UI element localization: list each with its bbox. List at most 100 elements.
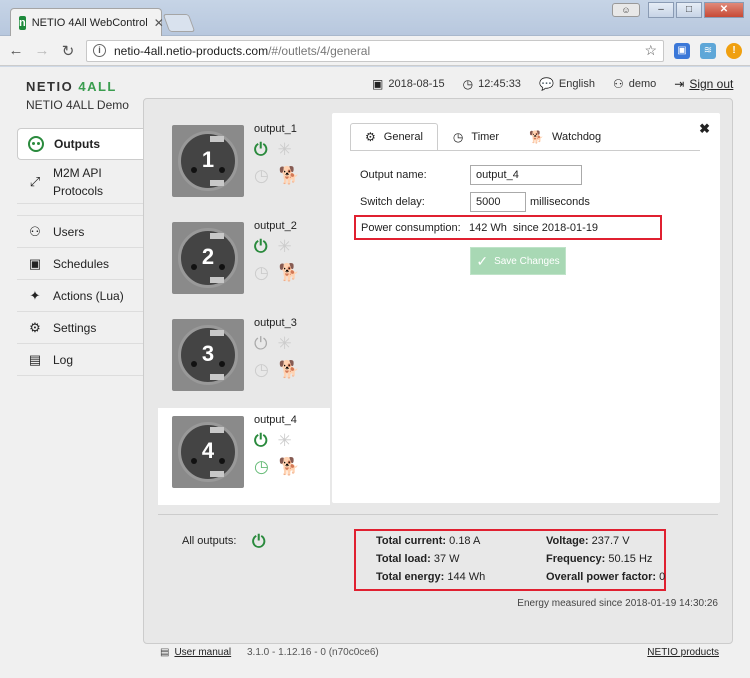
user-manual-link[interactable]: ▤ User manual xyxy=(160,647,231,658)
sidebar-item-m2m[interactable]: ⤢ M2M API Protocols xyxy=(17,160,143,204)
power-on-icon[interactable]: ⏻ xyxy=(254,141,267,159)
output-detail-panel: ⚙ General ◷ Timer 🐕 Watchdog ✖ Output name:… xyxy=(332,113,720,503)
outputs-list: 1 output_1 ⏻ ✳ ◷ 🐕 2 output_2 ⏻ ✳ ◷ 🐕 3 … xyxy=(158,117,330,505)
document-icon: ▤ xyxy=(28,351,42,367)
url-text[interactable]: netio-4all.netio-products.com/#/outlets/… xyxy=(114,44,636,58)
browser-tab-bar: n NETIO 4All WebControl ✕ ☺ – □ ✕ xyxy=(0,0,750,36)
all-outputs-label: All outputs: xyxy=(182,535,237,547)
calendar-icon: ▣ xyxy=(28,255,42,271)
extension-icon[interactable]: ▣ xyxy=(674,42,690,59)
total-current: Total current: 0.18 A xyxy=(376,535,481,547)
energy-stats-highlight: Total current: 0.18 A Voltage: 237.7 V T… xyxy=(354,529,666,591)
forward-icon[interactable]: → xyxy=(34,42,50,59)
switch-delay-row: Switch delay: milliseconds xyxy=(360,192,590,212)
output-name: output_1 xyxy=(254,123,297,135)
power-on-icon[interactable]: ⏻ xyxy=(254,432,267,450)
timer-icon: ◷ xyxy=(254,263,269,282)
watchdog-icon: 🐕 xyxy=(278,166,301,185)
version-text: 3.1.0 - 1.12.16 - 0 (n70c0ce6) xyxy=(247,647,379,658)
sidebar-item-actions[interactable]: ✦ Actions (Lua) xyxy=(17,280,143,312)
sidebar-item-settings[interactable]: ⚙ Settings xyxy=(17,312,143,344)
date-display: ▣ 2018-08-15 xyxy=(372,77,445,91)
checkmark-icon: ✓ xyxy=(476,252,489,269)
tab-timer[interactable]: ◷ Timer xyxy=(438,123,514,151)
power-off-icon[interactable]: ⏻ xyxy=(254,335,267,353)
tab-watchdog[interactable]: 🐕 Watchdog xyxy=(514,123,616,151)
output-name: output_2 xyxy=(254,220,297,232)
signout-link[interactable]: ⇥ Sign out xyxy=(674,77,733,91)
maximize-button[interactable]: □ xyxy=(676,2,702,18)
user-display: ⚇ demo xyxy=(612,77,657,91)
language-selector[interactable]: 💬 English xyxy=(539,77,595,91)
socket-icon[interactable]: 4 xyxy=(172,416,244,488)
m2m-icon: ⤢ xyxy=(29,173,41,189)
power-factor: Overall power factor: 0 xyxy=(546,571,666,583)
clock-icon: ◷ xyxy=(452,130,464,144)
output-name: output_4 xyxy=(254,414,297,426)
sidebar-item-log[interactable]: ▤ Log xyxy=(17,344,143,376)
user-icon: ⚇ xyxy=(29,223,41,239)
spinner-icon: ✳ xyxy=(277,140,292,159)
spinner-icon: ✳ xyxy=(277,334,292,353)
voltage: Voltage: 237.7 V xyxy=(546,535,630,547)
frequency: Frequency: 50.15 Hz xyxy=(546,553,653,565)
minimize-button[interactable]: – xyxy=(648,2,674,18)
all-outputs-power-icon[interactable]: ⏻ xyxy=(252,532,265,552)
browser-tab[interactable]: n NETIO 4All WebControl ✕ xyxy=(10,8,164,36)
sidebar-item-users[interactable]: ⚇ Users xyxy=(17,216,143,248)
main-panel: 1 output_1 ⏻ ✳ ◷ 🐕 2 output_2 ⏻ ✳ ◷ 🐕 3 … xyxy=(143,98,733,644)
header-bar: ▣ 2018-08-15 ◷ 12:45:33 💬 English ⚇ demo ⇥ Si… xyxy=(372,77,733,91)
output-card-2[interactable]: 2 output_2 ⏻ ✳ ◷ 🐕 xyxy=(158,214,330,311)
sidebar-item-schedules[interactable]: ▣ Schedules xyxy=(17,248,143,280)
tab-general[interactable]: ⚙ General xyxy=(350,123,438,151)
close-icon[interactable]: ✖ xyxy=(699,121,710,137)
tab-close-icon[interactable]: ✕ xyxy=(154,16,164,30)
calendar-icon: ▣ xyxy=(372,77,384,91)
wand-icon: ✦ xyxy=(29,287,41,303)
gear-icon: ⚙ xyxy=(29,319,41,335)
signout-icon: ⇥ xyxy=(674,77,685,91)
spinner-icon: ✳ xyxy=(277,431,292,450)
back-icon[interactable]: ← xyxy=(8,42,24,59)
info-icon[interactable]: i xyxy=(93,44,106,57)
alert-icon[interactable]: ! xyxy=(726,42,742,59)
reload-icon[interactable]: ↻ xyxy=(60,42,76,60)
timer-icon: ◷ xyxy=(254,360,269,379)
document-icon: ▤ xyxy=(160,647,170,658)
output-card-1[interactable]: 1 output_1 ⏻ ✳ ◷ 🐕 xyxy=(158,117,330,214)
output-name-input[interactable] xyxy=(470,165,582,185)
output-name: output_3 xyxy=(254,317,297,329)
socket-icon[interactable]: 1 xyxy=(172,125,244,197)
sidebar-item-outputs[interactable]: Outputs xyxy=(17,128,143,160)
detail-tabs: ⚙ General ◷ Timer 🐕 Watchdog xyxy=(350,123,616,151)
new-tab-button[interactable] xyxy=(162,14,196,32)
profile-icon[interactable]: ☺ xyxy=(612,3,640,17)
window-controls: ☺ – □ ✕ xyxy=(612,2,744,18)
socket-icon[interactable]: 3 xyxy=(172,319,244,391)
total-energy: Total energy: 144 Wh xyxy=(376,571,486,583)
watchdog-icon: 🐕 xyxy=(278,360,301,379)
netio-logo: NETIO 4ALL xyxy=(26,79,117,94)
power-consumption-highlight: Power consumption: 142 Wh since 2018-01-… xyxy=(354,215,662,240)
socket-icon[interactable]: 2 xyxy=(172,222,244,294)
clock-icon: ◷ xyxy=(462,77,474,91)
netio-products-link[interactable]: NETIO products xyxy=(647,647,719,658)
energy-measured-since: Energy measured since 2018-01-19 14:30:2… xyxy=(517,598,718,609)
timer-icon: ◷ xyxy=(254,457,269,476)
address-bar[interactable]: i netio-4all.netio-products.com/#/outlet… xyxy=(86,39,664,62)
netio-favicon-icon: n xyxy=(19,15,26,30)
output-card-3[interactable]: 3 output_3 ⏻ ✳ ◷ 🐕 xyxy=(158,311,330,408)
output-card-4[interactable]: 4 output_4 ⏻ ✳ ◷ 🐕 xyxy=(158,408,330,505)
device-name: NETIO 4ALL Demo xyxy=(26,98,129,112)
total-load: Total load: 37 W xyxy=(376,553,460,565)
watchdog-icon: 🐕 xyxy=(278,457,301,476)
watchdog-icon: 🐕 xyxy=(278,263,301,282)
bookmark-star-icon[interactable]: ☆ xyxy=(644,42,657,59)
gear-icon: ⚙ xyxy=(365,130,376,144)
close-window-button[interactable]: ✕ xyxy=(704,2,744,18)
extension-waves-icon[interactable]: ≋ xyxy=(700,42,716,59)
power-on-icon[interactable]: ⏻ xyxy=(254,238,267,256)
timer-icon: ◷ xyxy=(254,166,269,185)
save-changes-button[interactable]: ✓ Save Changes xyxy=(470,247,566,275)
switch-delay-input[interactable] xyxy=(470,192,526,212)
